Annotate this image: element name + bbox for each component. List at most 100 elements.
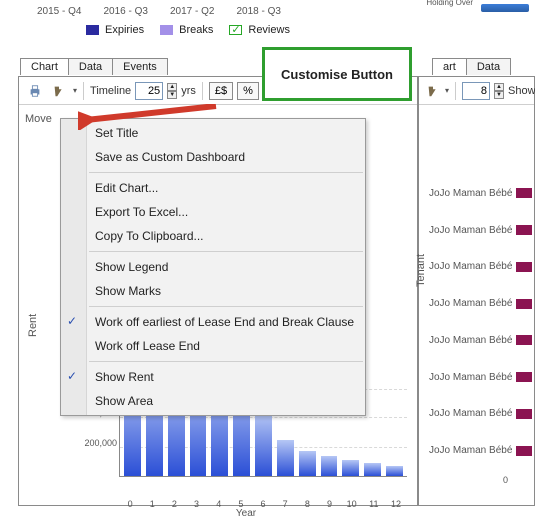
menu-export-excel[interactable]: Export To Excel... — [61, 200, 365, 224]
tenant-row: JoJo Maman Bébé — [429, 261, 532, 272]
tenant-bar — [516, 262, 532, 272]
timeline-tick: 2016 - Q3 — [103, 6, 147, 17]
square-icon — [86, 25, 99, 35]
print-button[interactable] — [25, 81, 45, 101]
spinner-up-icon[interactable]: ▲ — [167, 83, 177, 91]
menu-show-area[interactable]: Show Area — [61, 389, 365, 413]
dropdown-arrow-icon[interactable]: ▾ — [73, 86, 77, 95]
tenant-name: JoJo Maman Bébé — [429, 445, 512, 456]
tab-chart-right[interactable]: art — [432, 58, 467, 75]
menu-separator — [89, 251, 363, 252]
menu-label: Work off earliest of Lease End and Break… — [95, 315, 354, 329]
timeline-tick: 2017 - Q2 — [170, 6, 214, 17]
menu-separator — [89, 361, 363, 362]
tabs-left: Chart Data Events — [20, 58, 167, 75]
top-swatch-label: Holding Over — [426, 0, 473, 7]
printer-icon — [28, 84, 42, 98]
tenant-row: JoJo Maman Bébé — [429, 408, 532, 419]
timeline-tick-row: 2015 - Q4 2016 - Q3 2017 - Q2 2018 - Q3 — [37, 6, 415, 17]
right-x-tick: 0 — [503, 475, 508, 485]
timeline-label: Timeline — [90, 85, 131, 97]
menu-show-legend[interactable]: Show Legend — [61, 255, 365, 279]
dropdown-arrow-icon[interactable]: ▾ — [445, 86, 449, 95]
y-tick: 200,000 — [83, 438, 117, 448]
tab-chart[interactable]: Chart — [20, 58, 69, 75]
bar — [277, 440, 294, 476]
menu-edit-chart[interactable]: Edit Chart... — [61, 176, 365, 200]
tab-data[interactable]: Data — [68, 58, 113, 75]
bar — [386, 466, 403, 476]
menu-save-dashboard[interactable]: Save as Custom Dashboard — [61, 145, 365, 169]
square-icon — [160, 25, 173, 35]
menu-separator — [89, 172, 363, 173]
hammer-icon — [52, 84, 66, 98]
show-label: Show — [508, 85, 535, 97]
tenant-row: JoJo Maman Bébé — [429, 225, 532, 236]
menu-show-marks[interactable]: Show Marks — [61, 279, 365, 303]
tab-events[interactable]: Events — [112, 58, 168, 75]
menu-work-lease-end[interactable]: Work off Lease End — [61, 334, 365, 358]
tab-data-right[interactable]: Data — [466, 58, 511, 75]
spinner-down-icon[interactable]: ▼ — [167, 91, 177, 99]
menu-separator — [89, 306, 363, 307]
top-swatch — [481, 4, 529, 12]
tenant-bar — [516, 409, 532, 419]
y-axis-label: Rent — [27, 314, 39, 337]
tenant-bar — [516, 372, 532, 382]
tenant-chart-panel: ▾ ▲▼ Show Tenant JoJo Maman BébéJoJo Mam… — [418, 76, 535, 506]
right-spinner[interactable]: ▲▼ — [494, 83, 504, 99]
legend-label: Breaks — [179, 24, 213, 36]
tenant-name: JoJo Maman Bébé — [429, 408, 512, 419]
x-axis-label: Year — [85, 508, 407, 519]
currency-button[interactable]: £$ — [209, 82, 233, 100]
tenant-row: JoJo Maman Bébé — [429, 188, 532, 199]
timeline-tick: 2018 - Q3 — [236, 6, 280, 17]
menu-copy-clipboard[interactable]: Copy To Clipboard... — [61, 224, 365, 248]
tenant-row: JoJo Maman Bébé — [429, 335, 532, 346]
tenant-name: JoJo Maman Bébé — [429, 188, 512, 199]
menu-show-rent[interactable]: ✓ Show Rent — [61, 365, 365, 389]
tenant-row: JoJo Maman Bébé — [429, 372, 532, 383]
tenant-row: JoJo Maman Bébé — [429, 445, 532, 456]
bar — [342, 460, 359, 476]
customise-button[interactable] — [49, 81, 69, 101]
timeline-spinner[interactable]: ▲▼ — [167, 83, 177, 99]
tenant-name: JoJo Maman Bébé — [429, 261, 512, 272]
legend-label: Reviews — [248, 24, 290, 36]
legend-expiries: Expiries — [86, 24, 144, 36]
move-label: Move — [25, 113, 52, 125]
tenant-name: JoJo Maman Bébé — [429, 372, 512, 383]
tenant-row: JoJo Maman Bébé — [429, 298, 532, 309]
callout-box: Customise Button — [262, 47, 412, 101]
hammer-icon — [426, 84, 440, 98]
spinner-down-icon[interactable]: ▼ — [494, 91, 504, 99]
checkbox-icon — [229, 25, 242, 35]
tenant-name: JoJo Maman Bébé — [429, 335, 512, 346]
spinner-up-icon[interactable]: ▲ — [494, 83, 504, 91]
menu-label: Show Rent — [95, 370, 154, 384]
tenant-bar — [516, 225, 532, 235]
customise-menu: Set Title Save as Custom Dashboard Edit … — [60, 118, 366, 416]
tenant-bar — [516, 299, 532, 309]
tenant-name: JoJo Maman Bébé — [429, 225, 512, 236]
check-icon: ✓ — [67, 369, 77, 383]
tenant-bar — [516, 446, 532, 456]
bar — [255, 413, 272, 476]
right-num-input[interactable] — [462, 82, 490, 100]
customise-button-right[interactable] — [425, 81, 441, 101]
toolbar-right: ▾ ▲▼ Show — [419, 77, 534, 105]
bar — [364, 463, 381, 476]
bar — [321, 456, 338, 476]
timeline-units: yrs — [181, 85, 196, 97]
menu-work-earliest[interactable]: ✓ Work off earliest of Lease End and Brea… — [61, 310, 365, 334]
legend-reviews: Reviews — [229, 24, 290, 36]
timeline-tick: 2015 - Q4 — [37, 6, 81, 17]
bar — [299, 451, 316, 476]
percent-button[interactable]: % — [237, 82, 259, 100]
timeline-input[interactable] — [135, 82, 163, 100]
tabs-right: art Data — [432, 58, 510, 75]
menu-set-title[interactable]: Set Title — [61, 121, 365, 145]
tenant-bar — [516, 335, 532, 345]
check-icon: ✓ — [67, 314, 77, 328]
legend-label: Expiries — [105, 24, 144, 36]
